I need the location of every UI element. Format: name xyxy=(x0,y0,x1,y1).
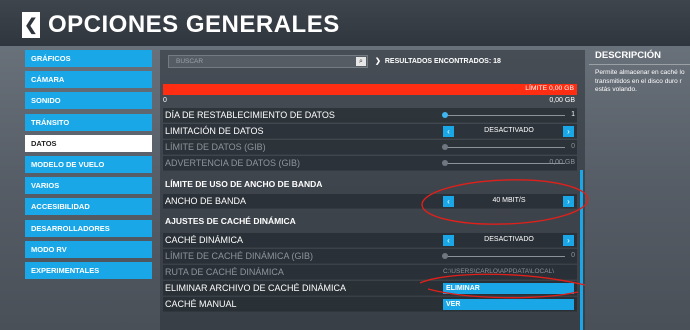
delete-cache-annotation-stroke xyxy=(419,273,586,299)
red-annotation-overlay xyxy=(419,179,589,299)
bandwidth-annotation-ellipse xyxy=(421,179,589,225)
